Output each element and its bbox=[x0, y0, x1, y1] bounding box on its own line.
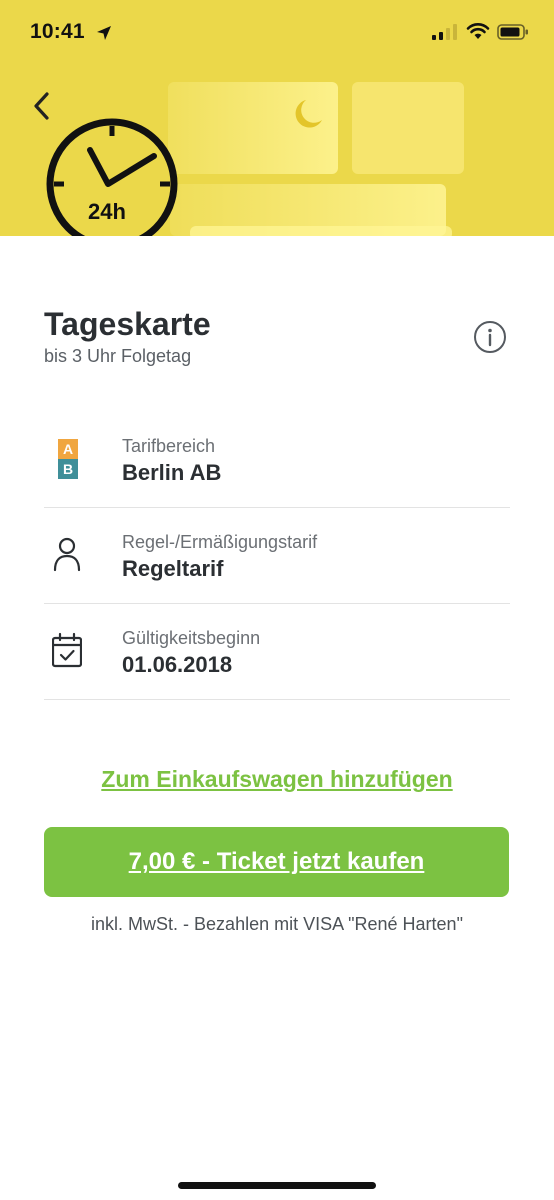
payment-note: inkl. MwSt. - Bezahlen mit VISA "René Ha… bbox=[91, 914, 463, 934]
zone-b-badge: B bbox=[58, 459, 78, 479]
home-indicator[interactable] bbox=[178, 1182, 376, 1189]
zone-ab-icon: A B bbox=[52, 436, 82, 482]
status-bar: 10:41 bbox=[0, 0, 554, 64]
fare-type-label: Regel-/Ermäßigungstarif bbox=[122, 532, 318, 552]
buy-ticket-button[interactable]: 7,00 € - Ticket jetzt kaufen bbox=[44, 827, 509, 897]
fare-type-value: Regeltarif bbox=[122, 556, 224, 581]
page-title: Tageskarte bbox=[44, 306, 211, 342]
add-to-cart-link[interactable]: Zum Einkaufswagen hinzufügen bbox=[0, 766, 554, 793]
status-time: 10:41 bbox=[30, 20, 85, 43]
location-arrow-icon bbox=[97, 26, 111, 40]
tariff-zone-label: Tarifbereich bbox=[122, 436, 216, 456]
tariff-zone-value: Berlin AB bbox=[122, 460, 222, 485]
fare-type-row[interactable]: Regel-/Ermäßigungstarif Regeltarif bbox=[44, 508, 510, 604]
header-illustration: 10:41 24h bbox=[0, 0, 554, 236]
clock-label: 24h bbox=[88, 199, 126, 224]
wifi-icon bbox=[466, 23, 490, 39]
decor-block bbox=[190, 226, 452, 236]
info-icon[interactable] bbox=[473, 320, 507, 354]
moon-icon bbox=[295, 100, 322, 128]
valid-from-label: Gültigkeitsbeginn bbox=[122, 628, 261, 648]
person-icon bbox=[53, 537, 81, 572]
page-subtitle: bis 3 Uhr Folgetag bbox=[44, 346, 192, 366]
valid-from-value: 01.06.2018 bbox=[122, 652, 233, 677]
battery-icon bbox=[497, 24, 528, 40]
zone-a-badge: A bbox=[58, 439, 78, 459]
calendar-check-icon bbox=[52, 632, 82, 668]
cellular-signal-icon bbox=[432, 24, 457, 40]
decor-window bbox=[352, 82, 464, 174]
tariff-zone-row[interactable]: A B Tarifbereich Berlin AB bbox=[44, 412, 510, 508]
valid-from-row[interactable]: Gültigkeitsbeginn 01.06.2018 bbox=[44, 604, 510, 700]
